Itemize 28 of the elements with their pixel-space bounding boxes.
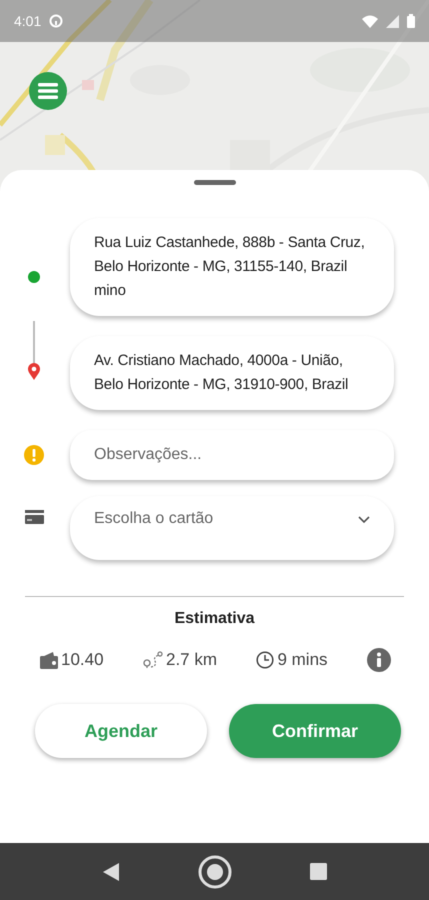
duration-text: 9 mins [277,650,328,670]
schedule-button[interactable]: Agendar [35,704,207,758]
drag-handle[interactable] [194,180,236,185]
info-icon[interactable] [366,648,391,672]
destination-address-field[interactable]: Av. Cristiano Machado, 4000a - União, Belo Horizonte - MG, 31910-900, Brazil [70,336,394,410]
status-circle-icon [49,14,64,28]
chevron-down-icon [358,516,370,524]
origin-dot-icon [27,270,41,284]
origin-address-field[interactable]: Rua Luiz Castanhede, 888b - Santa Cruz, Belo Horizonte - MG, 31155-140, Brazil mino [70,218,394,316]
clock-icon [256,651,274,669]
back-icon[interactable] [102,862,120,882]
signal-icon [386,14,399,28]
home-icon[interactable] [198,854,232,888]
distance-text: 2.7 km [166,650,218,670]
status-time: 4:01 [14,13,42,29]
route-icon [142,651,163,669]
estimate-title: Estimativa [174,610,255,628]
card-select[interactable]: Escolha o cartão [70,496,394,560]
notes-field[interactable]: Observações... [70,430,394,480]
menu-icon [38,83,58,99]
battery-icon [407,14,415,28]
wallet-icon [40,652,58,668]
confirm-button[interactable]: Confirmar [229,704,401,758]
warning-icon [24,445,44,465]
wifi-icon [362,14,378,28]
credit-card-icon [24,510,44,524]
route-line-icon [27,320,41,380]
price-text: 10.40 [61,650,104,670]
